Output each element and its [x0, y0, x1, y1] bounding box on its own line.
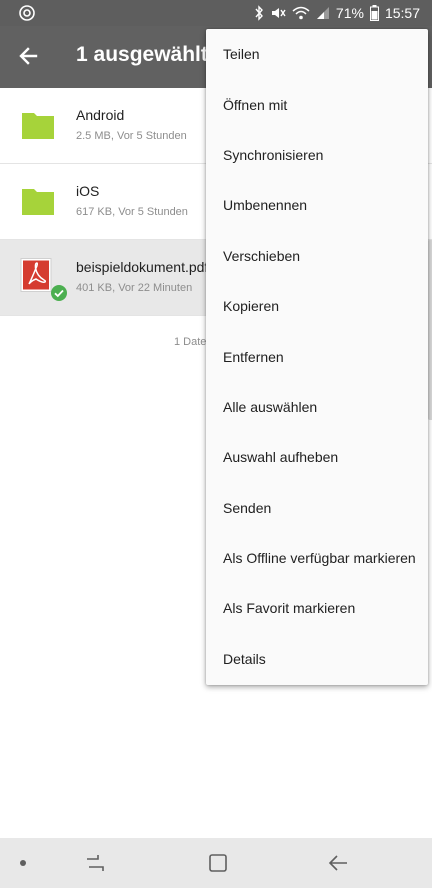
- menu-item-senden[interactable]: Senden: [206, 483, 428, 533]
- bluetooth-icon: [254, 5, 264, 21]
- menu-item-oeffnen-mit[interactable]: Öffnen mit: [206, 79, 428, 129]
- recents-icon[interactable]: [84, 852, 106, 874]
- nav-dot-icon[interactable]: [20, 860, 26, 866]
- file-name: iOS: [76, 183, 100, 199]
- navigation-bar: [0, 838, 432, 888]
- back-icon[interactable]: [327, 852, 349, 874]
- battery-percent: 71%: [335, 5, 364, 21]
- file-name: Android: [76, 107, 125, 123]
- menu-item-verschieben[interactable]: Verschieben: [206, 231, 428, 281]
- check-icon: [51, 285, 67, 301]
- clock: 15:57: [384, 5, 420, 21]
- menu-item-auswahl-aufheben[interactable]: Auswahl aufheben: [206, 432, 428, 482]
- menu-item-offline-markieren[interactable]: Als Offline verfügbar markieren: [206, 533, 428, 583]
- menu-item-synchronisieren[interactable]: Synchronisieren: [206, 130, 428, 180]
- file-name: beispieldokument.pdf: [76, 259, 209, 275]
- menu-item-kopieren[interactable]: Kopieren: [206, 281, 428, 331]
- page-title: 1 ausgewählt: [76, 43, 208, 66]
- scroll-handle[interactable]: [428, 240, 432, 420]
- arrow-left-icon[interactable]: [14, 41, 44, 71]
- menu-item-umbenennen[interactable]: Umbenennen: [206, 180, 428, 230]
- pdf-icon: [20, 258, 52, 292]
- file-meta: 617 KB, Vor 5 Stunden: [76, 206, 188, 218]
- folder-icon: [22, 110, 54, 140]
- menu-item-favorit-markieren[interactable]: Als Favorit markieren: [206, 583, 428, 633]
- app-sync-icon: [18, 4, 36, 22]
- status-bar: 71% 15:57: [0, 0, 432, 26]
- mute-icon: [270, 5, 286, 21]
- home-icon[interactable]: [207, 852, 229, 874]
- battery-icon: [369, 5, 379, 21]
- menu-item-details[interactable]: Details: [206, 634, 428, 684]
- overflow-menu: Teilen Öffnen mit Synchronisieren Umbene…: [206, 29, 428, 685]
- file-meta: 401 KB, Vor 22 Minuten: [76, 282, 193, 294]
- menu-item-entfernen[interactable]: Entfernen: [206, 331, 428, 381]
- menu-item-teilen[interactable]: Teilen: [206, 29, 428, 79]
- menu-item-alle-auswaehlen[interactable]: Alle auswählen: [206, 382, 428, 432]
- signal-icon: [316, 6, 330, 20]
- file-count: 1 Date: [174, 336, 207, 348]
- wifi-icon: [292, 6, 310, 20]
- file-meta: 2.5 MB, Vor 5 Stunden: [76, 130, 187, 142]
- folder-icon: [22, 186, 54, 216]
